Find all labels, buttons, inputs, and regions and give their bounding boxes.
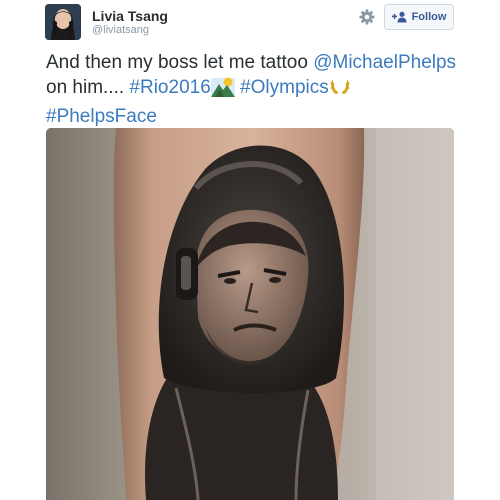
follow-label: Follow	[411, 11, 447, 23]
laurel-wreath-emoji-icon	[329, 75, 351, 104]
tweet-photo[interactable]	[46, 128, 454, 500]
tweet-text: And then my boss let me tattoo @MichaelP…	[46, 50, 466, 129]
display-name[interactable]: Livia Tsang	[92, 8, 168, 24]
hashtag-link[interactable]: #Rio2016	[129, 77, 210, 98]
tweet-text-part: And then my boss let me tattoo	[46, 52, 314, 73]
avatar[interactable]	[45, 4, 81, 40]
national-park-emoji-icon	[210, 75, 235, 104]
gear-icon[interactable]	[357, 7, 377, 27]
user-handle[interactable]: @liviatsang	[92, 24, 149, 36]
tweet-text-part: on him....	[46, 77, 130, 98]
hashtag-link[interactable]: #PhelpsFace	[46, 106, 157, 127]
add-person-icon	[391, 11, 407, 23]
avatar-image	[45, 4, 81, 40]
tattoo-photo-image	[46, 128, 454, 500]
follow-button[interactable]: Follow	[384, 4, 454, 30]
mention-link[interactable]: @MichaelPhelps	[313, 52, 456, 73]
hashtag-link[interactable]: #Olympics	[240, 77, 329, 98]
